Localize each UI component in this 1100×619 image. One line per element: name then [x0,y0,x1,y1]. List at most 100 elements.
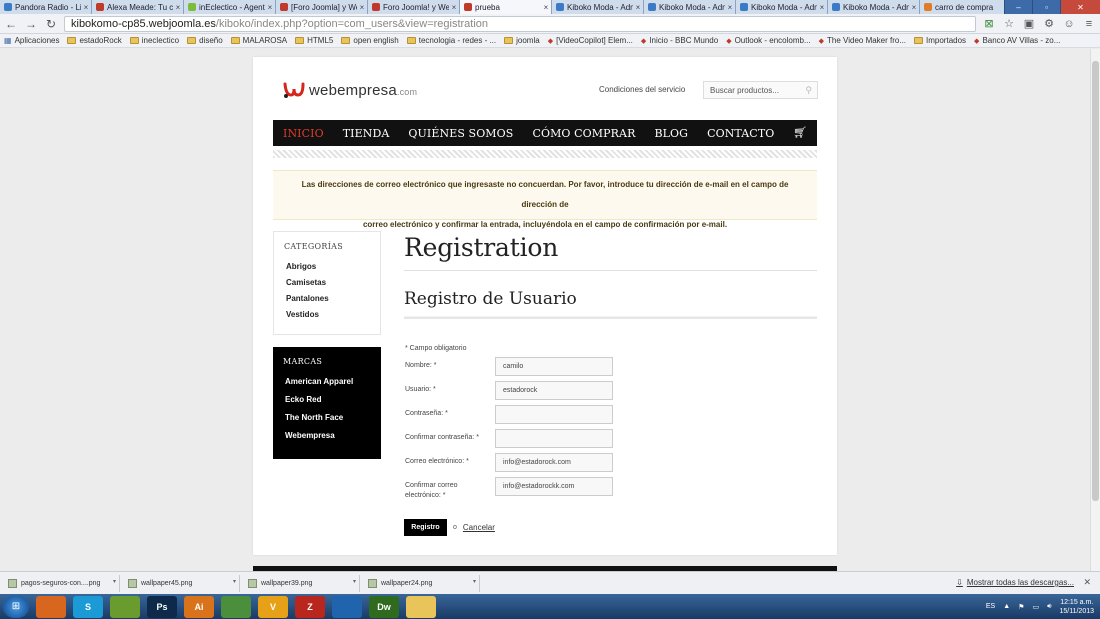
menu-item[interactable]: CONTACTO [707,127,774,140]
field-input[interactable]: info@estadorockk.com [495,477,613,496]
tab-close-icon[interactable]: × [265,3,275,12]
site-logo[interactable]: webempresa.com [283,81,417,99]
browser-tab[interactable]: Kiboko Moda - Adm × [828,0,920,14]
chrome-icon[interactable] [221,595,251,618]
browser-tab[interactable]: Kiboko Moda - Adm × [644,0,736,14]
field-input[interactable] [495,405,613,424]
bookmark-item[interactable]: diseño [187,36,223,45]
bookmark-star-icon[interactable]: ☆ [1002,17,1016,31]
close-window-icon[interactable]: ✕ [1060,0,1100,14]
bookmark-item[interactable]: estadoRock [67,36,122,45]
language-indicator[interactable]: ES [986,603,995,610]
filezilla-icon[interactable]: Z [295,595,325,618]
tray-arrow-icon[interactable]: ▲ [1003,603,1010,610]
tab-close-icon[interactable]: × [81,3,91,12]
explorer-icon[interactable] [406,595,436,618]
menu-item[interactable]: BLOG [654,127,688,140]
brand-link[interactable]: The North Face [285,409,371,427]
close-downloads-icon[interactable]: ✕ [1083,577,1091,588]
app-green-icon[interactable] [110,595,140,618]
download-item[interactable]: pagos-seguros-con....png ▾ [6,574,120,592]
download-menu-icon[interactable]: ▾ [353,578,356,585]
cart-icon[interactable]: 🛒︎ [793,126,807,139]
bookmark-item[interactable]: ◆ Outlook - encolomb... [726,36,810,45]
bookmark-item[interactable]: MALAROSA [230,36,287,45]
category-link[interactable]: Camisetas [286,275,370,291]
tab-close-icon[interactable]: × [449,3,459,12]
back-icon[interactable]: ← [4,17,18,31]
dreamweaver-icon[interactable]: Dw [369,595,399,618]
brand-link[interactable]: Ecko Red [285,391,371,409]
download-menu-icon[interactable]: ▾ [113,578,116,585]
bookmark-item[interactable]: ineclectico [129,36,179,45]
tab-close-icon[interactable]: × [173,3,183,12]
bookmark-item[interactable]: ▦ Aplicaciones [4,36,59,45]
category-link[interactable]: Vestidos [286,307,370,323]
bookmark-item[interactable]: ◆ [VideoCopilot] Elem... [548,36,633,45]
search-icon[interactable]: ⚲ [805,85,812,96]
field-input[interactable]: camilo [495,357,613,376]
minimize-icon[interactable]: – [1004,0,1032,14]
translate-icon[interactable]: ⊠ [982,17,996,31]
brand-link[interactable]: American Apparel [285,373,371,391]
menu-item[interactable]: TIENDA [343,127,390,140]
category-link[interactable]: Pantalones [286,291,370,307]
download-menu-icon[interactable]: ▾ [233,578,236,585]
cancel-link[interactable]: Cancelar [463,523,495,532]
bookmark-item[interactable]: ◆ Inicio - BBC Mundo [641,36,718,45]
menu-item[interactable]: CÓMO COMPRAR [532,127,635,140]
register-button[interactable]: Registro [404,519,447,536]
tab-close-icon[interactable]: × [541,3,551,12]
field-input[interactable]: estadorock [495,381,613,400]
volume-icon[interactable]: 🔊︎ [1047,603,1051,611]
bookmark-item[interactable]: ◆ The Video Maker fro... [819,36,906,45]
extension-icon[interactable]: ▣ [1022,17,1036,31]
tab-close-icon[interactable]: × [817,3,827,12]
bookmark-item[interactable]: tecnologia - redes - ... [406,36,496,45]
download-menu-icon[interactable]: ▾ [473,578,476,585]
settings-icon[interactable]: ⚙ [1042,17,1056,31]
field-input[interactable]: info@estadorock.com [495,453,613,472]
photoshop-icon[interactable]: Ps [147,595,177,618]
browser-tab[interactable]: [Foro Joomla] y Web× [276,0,368,14]
browser-tab[interactable]: inEclectico - Agente × [184,0,276,14]
start-button[interactable]: ⊞ [3,595,29,618]
brand-link[interactable]: Webempresa [285,427,371,445]
menu-item[interactable]: QUIÉNES SOMOS [408,127,513,140]
page-scrollbar[interactable] [1090,49,1100,571]
browser-tab[interactable]: Kiboko Moda - Adm × [736,0,828,14]
forward-icon[interactable]: → [24,17,38,31]
app-blue-icon[interactable] [332,595,362,618]
download-item[interactable]: wallpaper39.png ▾ [246,574,360,592]
tab-close-icon[interactable]: × [633,3,643,12]
browser-tab[interactable]: Alexa Meade: Tu cu × [92,0,184,14]
menu-item[interactable]: INICIO [283,127,324,140]
bookmark-item[interactable]: HTML5 [295,36,333,45]
browser-tab[interactable]: Foro Joomla! y Web × [368,0,460,14]
tab-close-icon[interactable]: × [357,3,367,12]
monitor-icon[interactable]: ▭ [1032,603,1039,611]
tab-close-icon[interactable]: × [909,3,919,12]
browser-tab[interactable]: carro de compra× [920,0,1012,14]
download-item[interactable]: wallpaper45.png ▾ [126,574,240,592]
flag-icon[interactable]: ⚑ [1018,603,1024,611]
download-item[interactable]: wallpaper24.png ▾ [366,574,480,592]
field-input[interactable] [495,429,613,448]
profile-icon[interactable]: ☺ [1062,17,1076,31]
menu-icon[interactable]: ≡ [1082,17,1096,31]
category-link[interactable]: Abrigos [286,259,370,275]
browser-tab[interactable]: Pandora Radio - Lis × [0,0,92,14]
bookmark-item[interactable]: ◆ Banco AV Villas - zo... [974,36,1060,45]
terms-link[interactable]: Condiciones del servicio [599,85,685,94]
browser-tab[interactable]: prueba × [460,0,552,14]
reload-icon[interactable]: ↻ [44,17,58,31]
firefox-icon[interactable] [36,595,66,618]
illustrator-icon[interactable]: Ai [184,595,214,618]
vlc-icon[interactable]: V [258,595,288,618]
search-input[interactable]: Buscar productos... ⚲ [703,81,818,99]
show-all-downloads-link[interactable]: ⇩ Mostrar todas las descargas... [956,578,1074,587]
tab-close-icon[interactable]: × [725,3,735,12]
bookmark-item[interactable]: joomla [504,36,540,45]
scrollbar-thumb[interactable] [1092,61,1099,501]
browser-tab[interactable]: Kiboko Moda - Adm × [552,0,644,14]
